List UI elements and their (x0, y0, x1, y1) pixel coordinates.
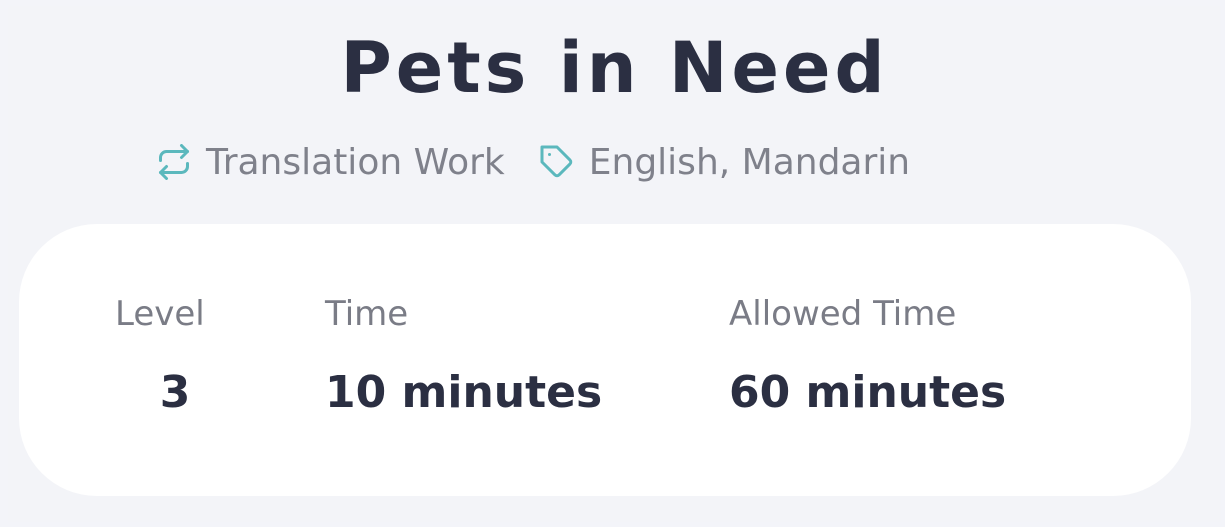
category-label: Translation Work (206, 141, 505, 183)
stat-label: Time (325, 294, 409, 334)
stat-label: Allowed Time (729, 294, 957, 334)
task-header-panel: Pets in Need Translation Work English, M… (8, 6, 1221, 522)
stat-label: Level (115, 294, 205, 334)
task-meta-row: Translation Work English, Mandarin (156, 140, 910, 184)
tag-icon (539, 144, 575, 180)
repeat-icon (156, 144, 192, 180)
category-meta: Translation Work (156, 142, 505, 183)
stat-time: Time 10 minutes (325, 294, 602, 418)
tags-label: English, Mandarin (588, 141, 911, 183)
stat-value: 60 minutes (729, 367, 1007, 418)
stat-allowed-time: Allowed Time 60 minutes (729, 294, 1006, 418)
stat-level: Level 3 (115, 294, 235, 418)
stat-value: 10 minutes (325, 367, 603, 418)
page-title: Pets in Need (340, 27, 889, 109)
stats-card: Level 3 Time 10 minutes Allowed Time 60 … (19, 224, 1191, 496)
stat-value: 3 (159, 367, 191, 418)
tags-meta: English, Mandarin (539, 142, 910, 183)
